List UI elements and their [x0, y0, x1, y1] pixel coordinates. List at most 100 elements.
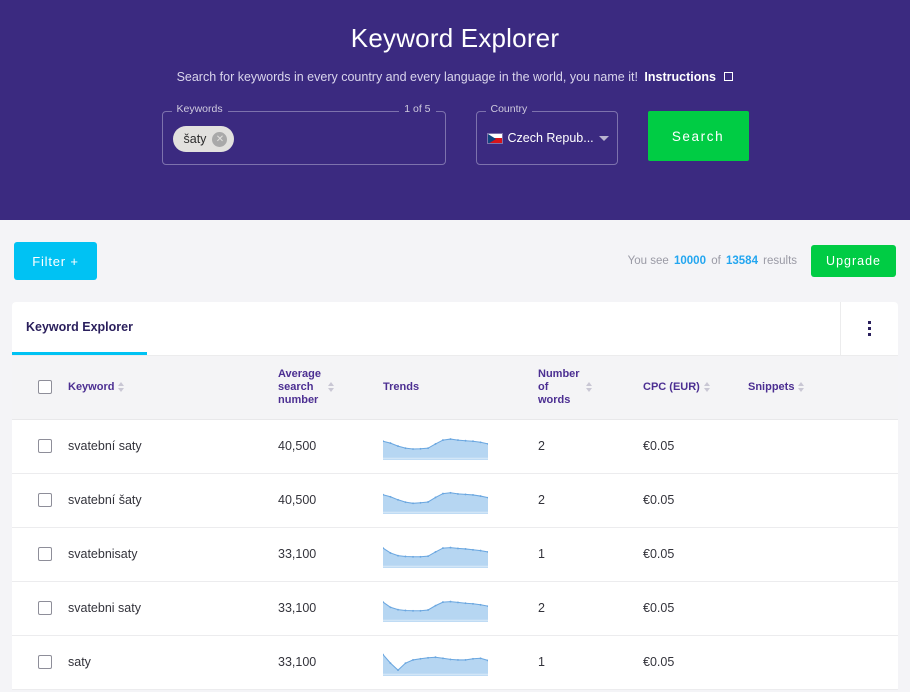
cell-keyword: svatebni saty [68, 581, 278, 636]
toolbar-right-group: You see 10000 of 13584 results Upgrade [628, 245, 896, 277]
cell-keyword: svatební saty [68, 419, 278, 474]
row-checkbox[interactable] [38, 655, 52, 670]
sort-arrows-icon[interactable] [328, 382, 334, 393]
column-header-keyword-label: Keyword [68, 380, 115, 393]
column-header-snippets-label: Snippets [748, 380, 795, 393]
keywords-label: Keywords [171, 104, 228, 115]
results-shown: 10000 [674, 255, 706, 267]
search-button[interactable]: Search [647, 111, 749, 161]
hero-subtitle-text: Search for keywords in every country and… [176, 70, 638, 84]
cell-keyword: saty [68, 635, 278, 690]
cell-num-words: 2 [538, 581, 643, 636]
instructions-label: Instructions [644, 70, 716, 84]
column-header-num-words[interactable]: Number of words [538, 356, 643, 420]
sort-arrows-icon[interactable] [118, 382, 125, 393]
row-select-cell [12, 473, 68, 528]
cell-avg-search: 33,100 [278, 581, 383, 636]
cell-trends [383, 419, 538, 474]
keywords-field[interactable]: Keywords 1 of 5 šaty ✕ [161, 104, 446, 165]
table-header: Keyword Average search number Trends Num… [12, 356, 898, 420]
more-options-button[interactable] [840, 302, 898, 355]
table-body: svatební saty 40,500 2 €0.05 svatební šaty 40… [12, 419, 898, 690]
results-mid: of [711, 255, 721, 267]
row-select-cell [12, 581, 68, 636]
row-checkbox[interactable] [38, 439, 52, 454]
sort-arrows-icon[interactable] [586, 382, 592, 393]
cell-num-words: 1 [538, 635, 643, 690]
country-select-value-row[interactable]: Czech Repub... [477, 112, 617, 164]
table-row[interactable]: svatebni saty 33,100 2 €0.05 [12, 581, 898, 636]
cell-num-words: 1 [538, 527, 643, 582]
column-header-trends-label: Trends [383, 380, 420, 393]
cell-num-words: 2 [538, 473, 643, 528]
sort-arrows-icon[interactable] [798, 382, 805, 393]
cell-num-words: 2 [538, 419, 643, 474]
chevron-down-icon[interactable] [598, 135, 609, 141]
cell-cpc: €0.05 [643, 635, 748, 690]
column-header-select-all [12, 356, 68, 420]
keyword-chip[interactable]: šaty ✕ [172, 126, 235, 152]
external-link-icon [724, 72, 734, 81]
results-suffix: results [763, 255, 798, 267]
country-select[interactable]: Country Czech Repub... [475, 104, 618, 165]
cell-snippets [748, 527, 898, 582]
cell-snippets [748, 473, 898, 528]
row-checkbox[interactable] [38, 547, 52, 562]
upgrade-button[interactable]: Upgrade [811, 245, 896, 277]
keyword-results-table: Keyword Average search number Trends Num… [12, 356, 898, 690]
card-header: Keyword Explorer [12, 302, 898, 356]
results-card: Keyword Explorer Keyword Average search … [12, 302, 898, 690]
cell-snippets [748, 581, 898, 636]
keywords-counter: 1 of 5 [399, 104, 436, 115]
keyword-chip-label: šaty [183, 132, 207, 146]
column-header-avg-search[interactable]: Average search number [278, 356, 383, 420]
trend-sparkline [383, 601, 488, 623]
sort-arrows-icon[interactable] [703, 382, 710, 393]
cell-keyword: svatebnisaty [68, 527, 278, 582]
column-header-cpc[interactable]: CPC (EUR) [643, 356, 748, 420]
results-total: 13584 [725, 255, 758, 267]
country-label: Country [485, 104, 533, 115]
search-form: Keywords 1 of 5 šaty ✕ Country Czech Rep… [0, 104, 910, 165]
row-checkbox[interactable] [38, 493, 52, 508]
table-row[interactable]: saty 33,100 1 €0.05 [12, 635, 898, 690]
row-select-cell [12, 527, 68, 582]
close-icon[interactable]: ✕ [212, 131, 228, 147]
row-select-cell [12, 635, 68, 690]
cell-keyword: svatební šaty [68, 473, 278, 528]
filter-button[interactable]: Filter + [14, 242, 97, 280]
cell-cpc: €0.05 [643, 473, 748, 528]
table-header-row: Keyword Average search number Trends Num… [12, 356, 898, 420]
kebab-dot-icon [868, 333, 871, 336]
trend-sparkline [383, 492, 488, 515]
hero-subtitle: Search for keywords in every country and… [0, 70, 910, 84]
results-toolbar: Filter + You see 10000 of 13584 results … [0, 220, 910, 302]
czech-flag-icon [486, 132, 503, 144]
column-header-num-words-label: Number of words [538, 368, 580, 406]
cell-trends [383, 581, 538, 636]
tab-keyword-explorer[interactable]: Keyword Explorer [12, 302, 147, 355]
country-select-value: Czech Repub... [507, 131, 594, 145]
row-select-cell [12, 419, 68, 474]
cell-avg-search: 33,100 [278, 527, 383, 582]
cell-trends [383, 635, 538, 690]
cell-avg-search: 40,500 [278, 419, 383, 474]
cell-avg-search: 33,100 [278, 635, 383, 690]
column-header-snippets[interactable]: Snippets [748, 356, 898, 420]
cell-trends [383, 473, 538, 528]
page-title: Keyword Explorer [350, 23, 560, 53]
table-row[interactable]: svatebnisaty 33,100 1 €0.05 [12, 527, 898, 582]
kebab-dot-icon [868, 327, 871, 330]
instructions-link[interactable]: Instructions [644, 70, 719, 84]
cell-cpc: €0.05 [643, 527, 748, 582]
row-checkbox[interactable] [38, 601, 52, 616]
cell-avg-search: 40,500 [278, 473, 383, 528]
cell-trends [383, 527, 538, 582]
table-row[interactable]: svatební saty 40,500 2 €0.05 [12, 419, 898, 474]
cell-cpc: €0.05 [643, 581, 748, 636]
column-header-cpc-label: CPC (EUR) [643, 380, 700, 393]
select-all-checkbox[interactable] [38, 380, 52, 395]
table-row[interactable]: svatební šaty 40,500 2 €0.05 [12, 473, 898, 528]
column-header-keyword[interactable]: Keyword [68, 356, 278, 420]
trend-sparkline [383, 654, 488, 677]
